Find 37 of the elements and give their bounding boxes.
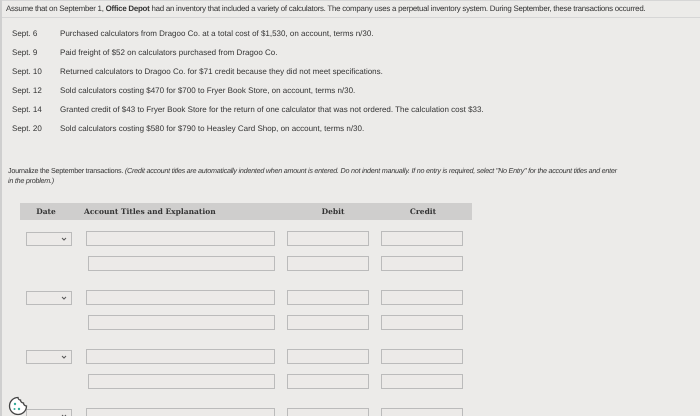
account-title-field[interactable] bbox=[88, 315, 275, 330]
transaction-date: Sept. 14 bbox=[12, 105, 43, 114]
caret-icon bbox=[61, 354, 67, 358]
date-dropdown[interactable] bbox=[26, 350, 72, 364]
transaction-text: Granted credit of $43 to Fryer Book Store for the return of one calculator that was not ordered. The calculation cost $33. bbox=[60, 105, 484, 114]
transaction-text: Returned calculators to Dragoo Co. for $71 credit because they did not meet specifications. bbox=[60, 67, 383, 76]
transaction-date: Sept. 12 bbox=[12, 86, 43, 95]
debit-field[interactable] bbox=[287, 374, 369, 389]
account-title-field[interactable] bbox=[86, 349, 275, 364]
debit-field[interactable] bbox=[287, 231, 369, 246]
debit-field[interactable] bbox=[287, 256, 369, 271]
debit-field[interactable] bbox=[287, 315, 369, 330]
date-dropdown[interactable] bbox=[26, 232, 72, 246]
credit-field[interactable] bbox=[381, 231, 463, 246]
caret-icon bbox=[61, 236, 67, 240]
caret-icon bbox=[61, 296, 67, 300]
transaction-date: Sept. 9 bbox=[12, 48, 38, 57]
credit-field[interactable] bbox=[381, 374, 463, 389]
credit-field[interactable] bbox=[381, 256, 463, 271]
transaction-text: Sold calculators costing $580 for $790 to Heasley Card Shop, on account, terms n/30. bbox=[60, 124, 364, 133]
cookie-icon bbox=[8, 396, 28, 416]
transaction-text: Purchased calculators from Dragoo Co. at a total cost of $1,530, on account, terms n/30. bbox=[60, 29, 374, 38]
transaction-text: Sold calculators costing $470 for $700 to Fryer Book Store, on account, terms n/30. bbox=[60, 86, 356, 95]
account-title-field[interactable] bbox=[88, 374, 275, 389]
debit-field[interactable] bbox=[287, 349, 369, 364]
credit-field[interactable] bbox=[381, 290, 463, 305]
credit-field[interactable] bbox=[381, 315, 463, 330]
transaction-text: Paid freight of $52 on calculators purchased from Dragoo Co. bbox=[60, 48, 278, 57]
transaction-date: Sept. 10 bbox=[12, 67, 43, 76]
transaction-date: Sept. 6 bbox=[12, 29, 38, 38]
account-title-field[interactable] bbox=[88, 256, 275, 271]
account-title-field[interactable] bbox=[86, 231, 275, 246]
credit-field[interactable] bbox=[381, 349, 463, 364]
date-dropdown[interactable] bbox=[26, 290, 72, 304]
account-title-field[interactable] bbox=[86, 290, 275, 305]
transaction-date: Sept. 20 bbox=[12, 124, 43, 133]
debit-field[interactable] bbox=[287, 290, 369, 305]
